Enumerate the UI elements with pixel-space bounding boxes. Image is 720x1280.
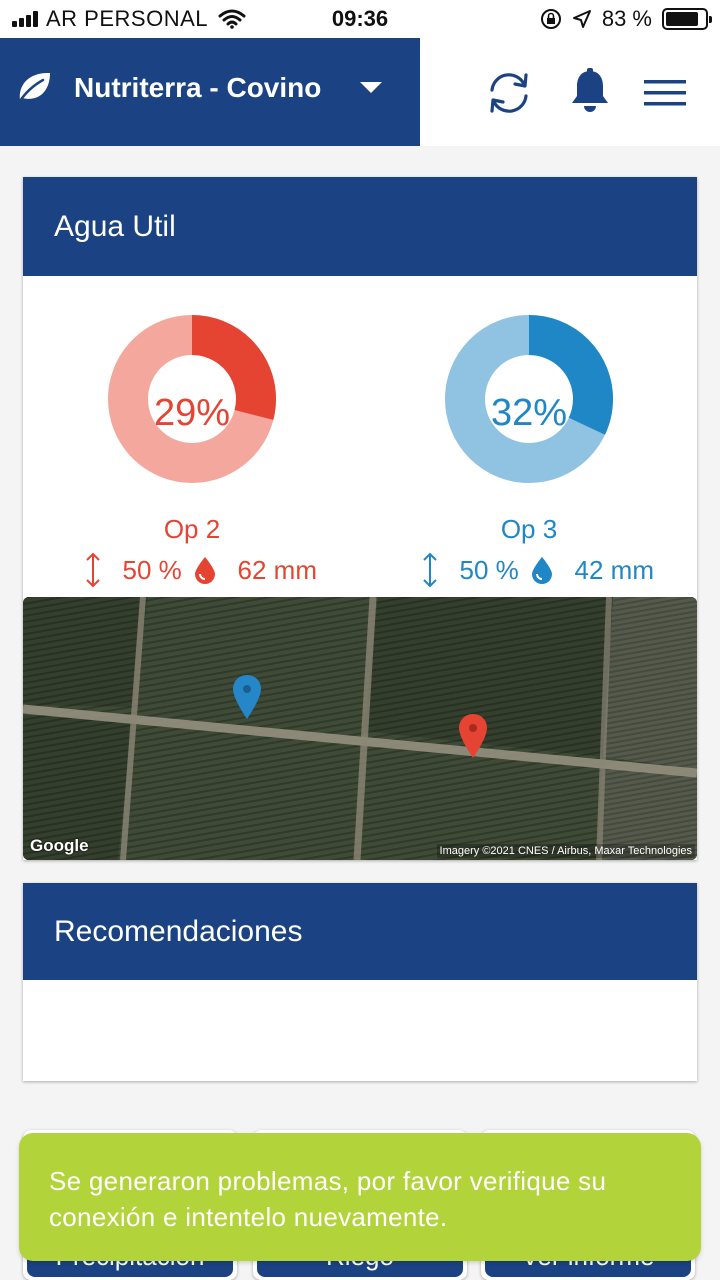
water-drop-icon <box>531 557 552 584</box>
donut-percent: 29% <box>153 392 231 434</box>
farm-title: Nutriterra - Covino <box>74 72 322 103</box>
recomendaciones-card: Recomendaciones <box>23 883 697 1081</box>
error-toast[interactable]: Se generaron problemas, por favor verifi… <box>19 1133 701 1261</box>
sensor-stats: 50 % 62 mm <box>67 552 317 588</box>
sensor-water: 42 mm <box>574 554 654 585</box>
orientation-lock-icon <box>540 9 561 29</box>
agua-util-header: Agua Util <box>23 177 697 276</box>
farm-selector[interactable]: Nutriterra - Covino <box>0 38 420 146</box>
toast-message: Se generaron problemas, por favor verifi… <box>49 1166 607 1232</box>
bell-icon[interactable] <box>569 68 611 114</box>
google-logo[interactable]: Google <box>30 836 89 856</box>
sensor-name: Op 2 <box>163 514 221 544</box>
water-drop-icon <box>194 557 215 584</box>
refresh-icon[interactable] <box>482 66 536 120</box>
battery-icon <box>662 8 712 30</box>
dropdown-caret-icon[interactable] <box>360 82 382 93</box>
leaf-icon <box>18 72 50 103</box>
sensor-name: Op 3 <box>500 514 558 544</box>
agua-util-card: Agua Util 29% Op 2 50 % 62 mm 32% Op 3 5… <box>23 177 697 860</box>
map-imagery <box>23 597 697 860</box>
recomendaciones-header: Recomendaciones <box>23 883 697 980</box>
sensor-op3[interactable]: 32% Op 3 50 % 42 mm <box>404 314 654 588</box>
menu-icon[interactable] <box>644 78 686 108</box>
depth-arrow-icon <box>423 552 437 588</box>
status-right: 83 % <box>540 6 712 32</box>
location-icon <box>572 10 591 28</box>
battery-percent: 83 % <box>601 6 652 31</box>
sensor-depth: 50 % <box>122 554 182 585</box>
sensor-stats: 50 % 42 mm <box>404 552 654 588</box>
sensor-water: 62 mm <box>237 554 317 585</box>
battery-fill <box>666 12 698 26</box>
donut-percent: 32% <box>490 392 568 434</box>
recomendaciones-title: Recomendaciones <box>54 914 303 948</box>
app-header: Nutriterra - Covino <box>0 38 720 146</box>
map-attribution: Imagery ©2021 CNES / Airbus, Maxar Techn… <box>436 844 695 858</box>
depth-arrow-icon <box>86 552 100 588</box>
status-bar: AR PERSONAL 09:36 83 % <box>0 0 720 38</box>
agua-util-title: Agua Util <box>54 209 176 243</box>
sensor-depth: 50 % <box>459 554 519 585</box>
satellite-map[interactable]: Google Imagery ©2021 CNES / Airbus, Maxa… <box>23 597 697 860</box>
sensor-op2[interactable]: 29% Op 2 50 % 62 mm <box>67 314 317 588</box>
